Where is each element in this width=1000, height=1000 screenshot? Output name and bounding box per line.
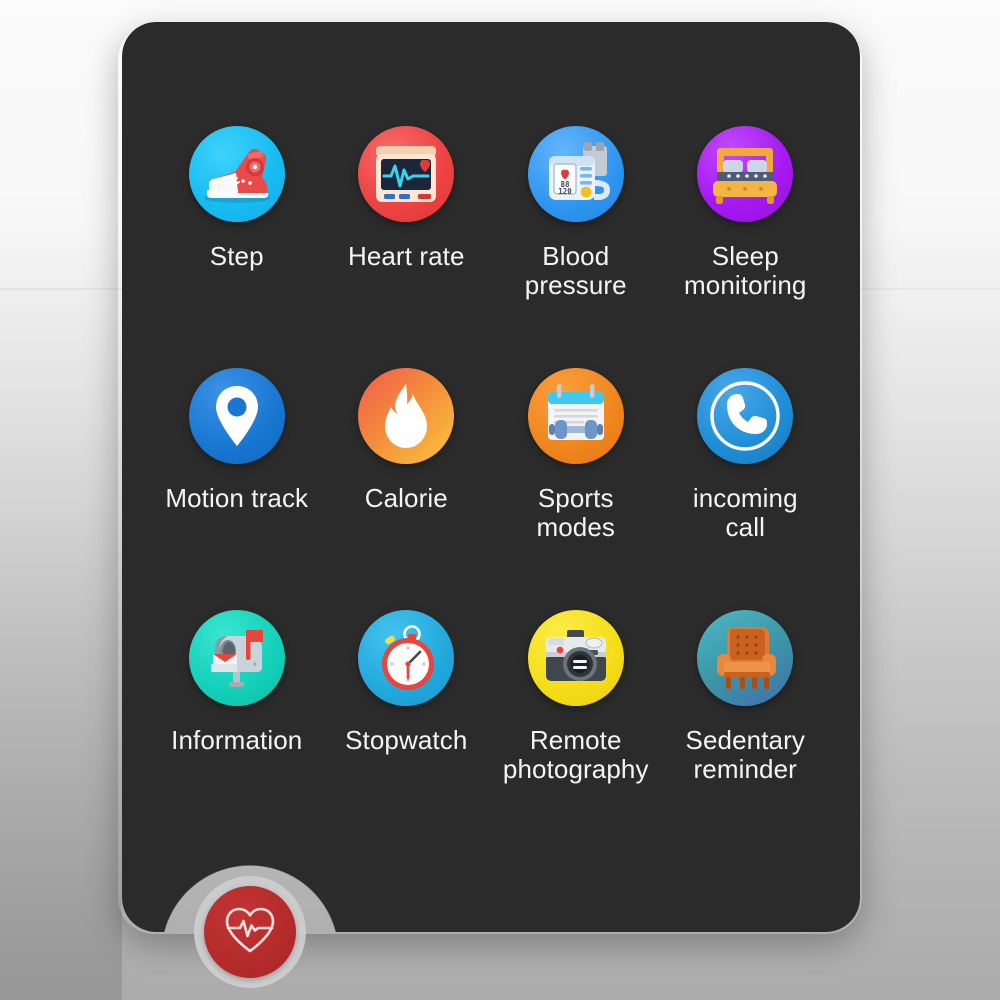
app-tile-label: Stopwatch <box>345 725 468 755</box>
app-tile-information[interactable]: Information <box>152 610 322 852</box>
app-tile-label: Sedentary reminder <box>685 725 805 784</box>
clipboard-dumbbell-icon[interactable] <box>527 368 624 464</box>
app-grid: Step Heart rate 88 120 Blood pressure Sl… <box>122 22 860 932</box>
app-tile-label: Information <box>171 725 303 755</box>
armchair-icon[interactable] <box>697 610 794 706</box>
app-tile-step[interactable]: Step <box>152 126 322 368</box>
app-tile-sedentary-reminder[interactable]: Sedentary reminder <box>661 610 831 852</box>
app-tile-label: Motion track <box>165 483 309 513</box>
mailbox-icon[interactable] <box>188 610 285 706</box>
app-tile-label: Heart rate <box>347 241 465 271</box>
app-tile-label: Remote photography <box>502 725 649 784</box>
app-tile-calorie[interactable]: Calorie <box>322 368 492 610</box>
app-tile-blood-pressure[interactable]: 88 120 Blood pressure <box>491 126 661 368</box>
svg-text:120: 120 <box>558 187 572 196</box>
screen: Step Heart rate 88 120 Blood pressure Sl… <box>0 0 1000 1000</box>
app-tile-heart-rate[interactable]: Heart rate <box>322 126 492 368</box>
camera-icon[interactable] <box>527 610 624 706</box>
app-tile-remote-photography[interactable]: Remote photography <box>491 610 661 852</box>
app-tile-label: Blood pressure <box>524 241 627 300</box>
ecg-monitor-icon[interactable] <box>358 126 455 222</box>
app-tile-label: Step <box>209 241 264 271</box>
app-tile-label: Sports modes <box>536 483 616 542</box>
app-tile-stopwatch[interactable]: Stopwatch <box>322 610 492 852</box>
app-tile-label: Sleep monitoring <box>684 241 807 300</box>
app-tile-label: Calorie <box>364 483 448 513</box>
bed-icon[interactable] <box>697 126 794 222</box>
heart-pulse-icon <box>222 904 278 961</box>
app-tile-sleep-monitoring[interactable]: Sleep monitoring <box>661 126 831 368</box>
heart-rate-measure-button[interactable] <box>204 886 296 978</box>
map-pin-icon[interactable] <box>188 368 285 464</box>
sneaker-icon[interactable] <box>188 126 285 222</box>
app-tile-sports-modes[interactable]: Sports modes <box>491 368 661 610</box>
app-tile-incoming-call[interactable]: incoming call <box>661 368 831 610</box>
stopwatch-icon[interactable] <box>358 610 455 706</box>
bp-monitor-icon[interactable]: 88 120 <box>527 126 624 222</box>
phone-handset-icon[interactable] <box>697 368 794 464</box>
app-tile-motion-track[interactable]: Motion track <box>152 368 322 610</box>
flame-icon[interactable] <box>358 368 455 464</box>
app-tile-label: incoming call <box>692 483 798 542</box>
